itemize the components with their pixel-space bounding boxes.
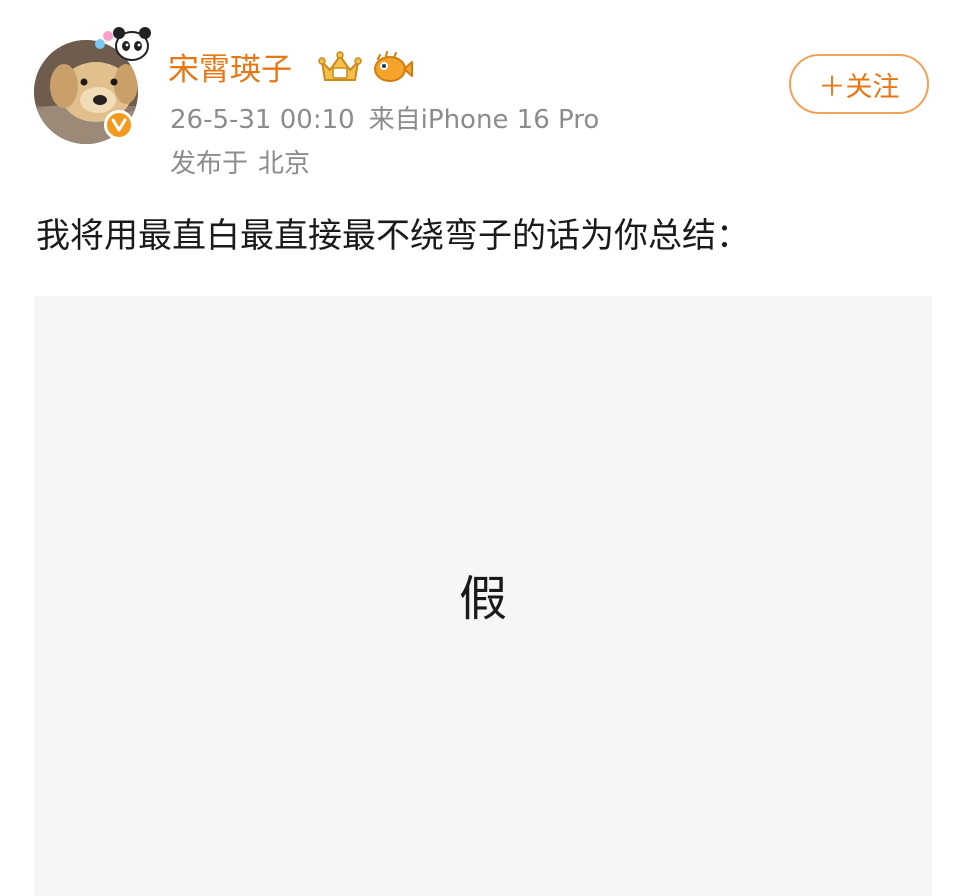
pufferfish-badge-icon[interactable] — [370, 50, 414, 86]
post-source[interactable]: 来自iPhone 16 Pro — [369, 105, 600, 135]
location-name: 北京 — [258, 149, 311, 179]
crown-badge-icon[interactable] — [318, 50, 362, 86]
follow-button[interactable]: ＋关注 — [789, 54, 929, 114]
panda-decoration-icon — [95, 27, 151, 61]
post-text: 我将用最直白最直接最不绕弯子的话为你总结： — [36, 216, 750, 256]
post-image-text: 假 — [458, 571, 507, 627]
post-image[interactable]: 假 — [34, 296, 932, 896]
post-time: 26-5-31 00:10 — [170, 105, 355, 135]
user-badges — [318, 50, 414, 86]
location-prefix: 发布于 — [170, 149, 249, 179]
avatar[interactable] — [34, 27, 151, 144]
weibo-post: 宋霄瑛子 26-5-31 00:10 来自iPhone 16 Pro 发布于 北京 … — [0, 0, 964, 896]
verified-icon — [104, 110, 134, 140]
user-name[interactable]: 宋霄瑛子 — [168, 48, 292, 92]
post-meta: 26-5-31 00:10 来自iPhone 16 Pro — [170, 101, 599, 139]
post-location: 发布于 北京 — [170, 145, 310, 183]
